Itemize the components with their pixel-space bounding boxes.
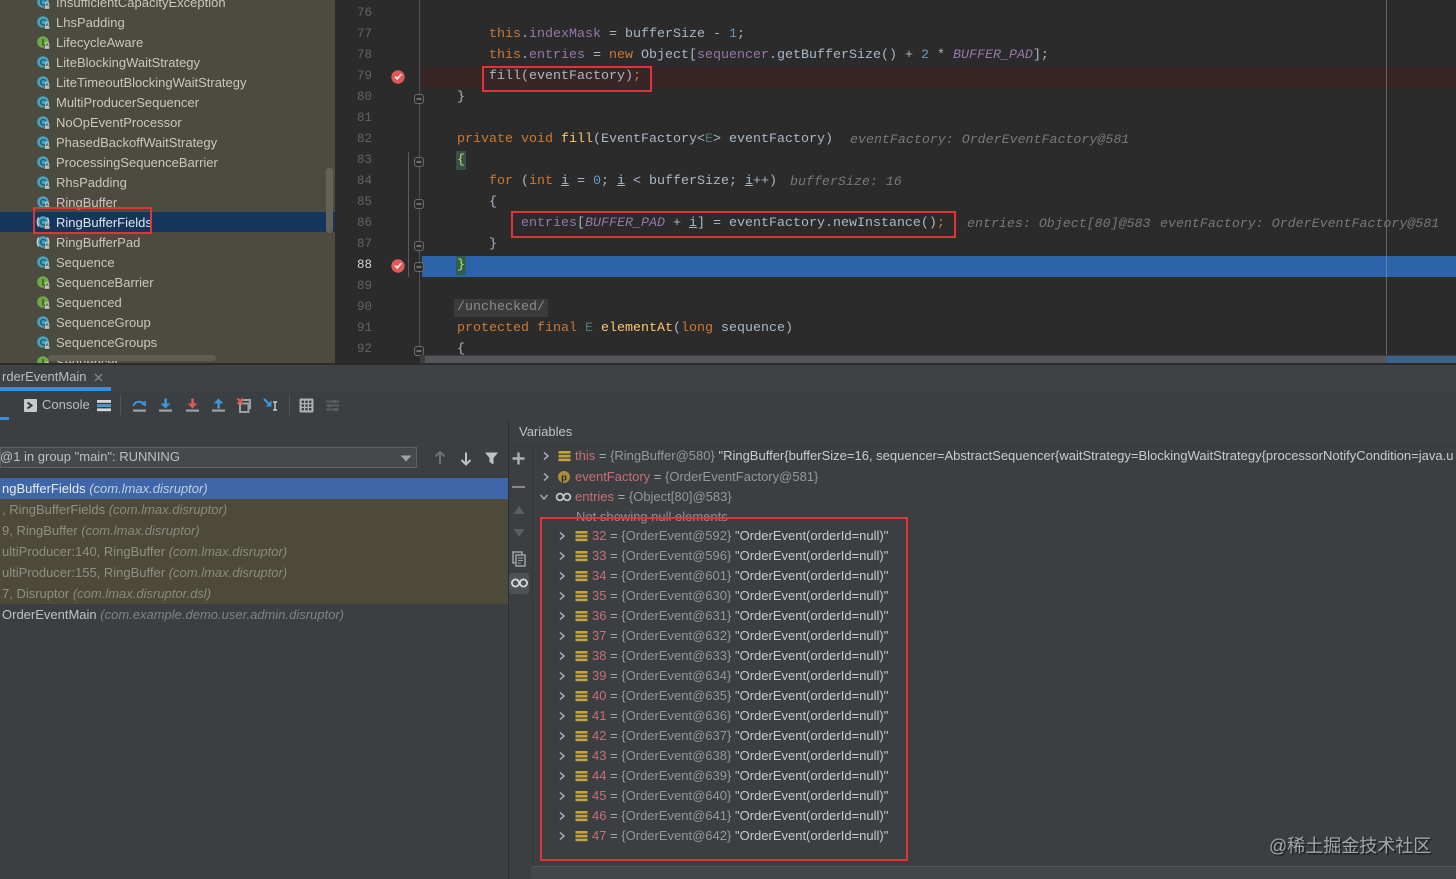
svg-text:I: I — [42, 357, 45, 363]
svg-text:p: p — [561, 473, 567, 484]
